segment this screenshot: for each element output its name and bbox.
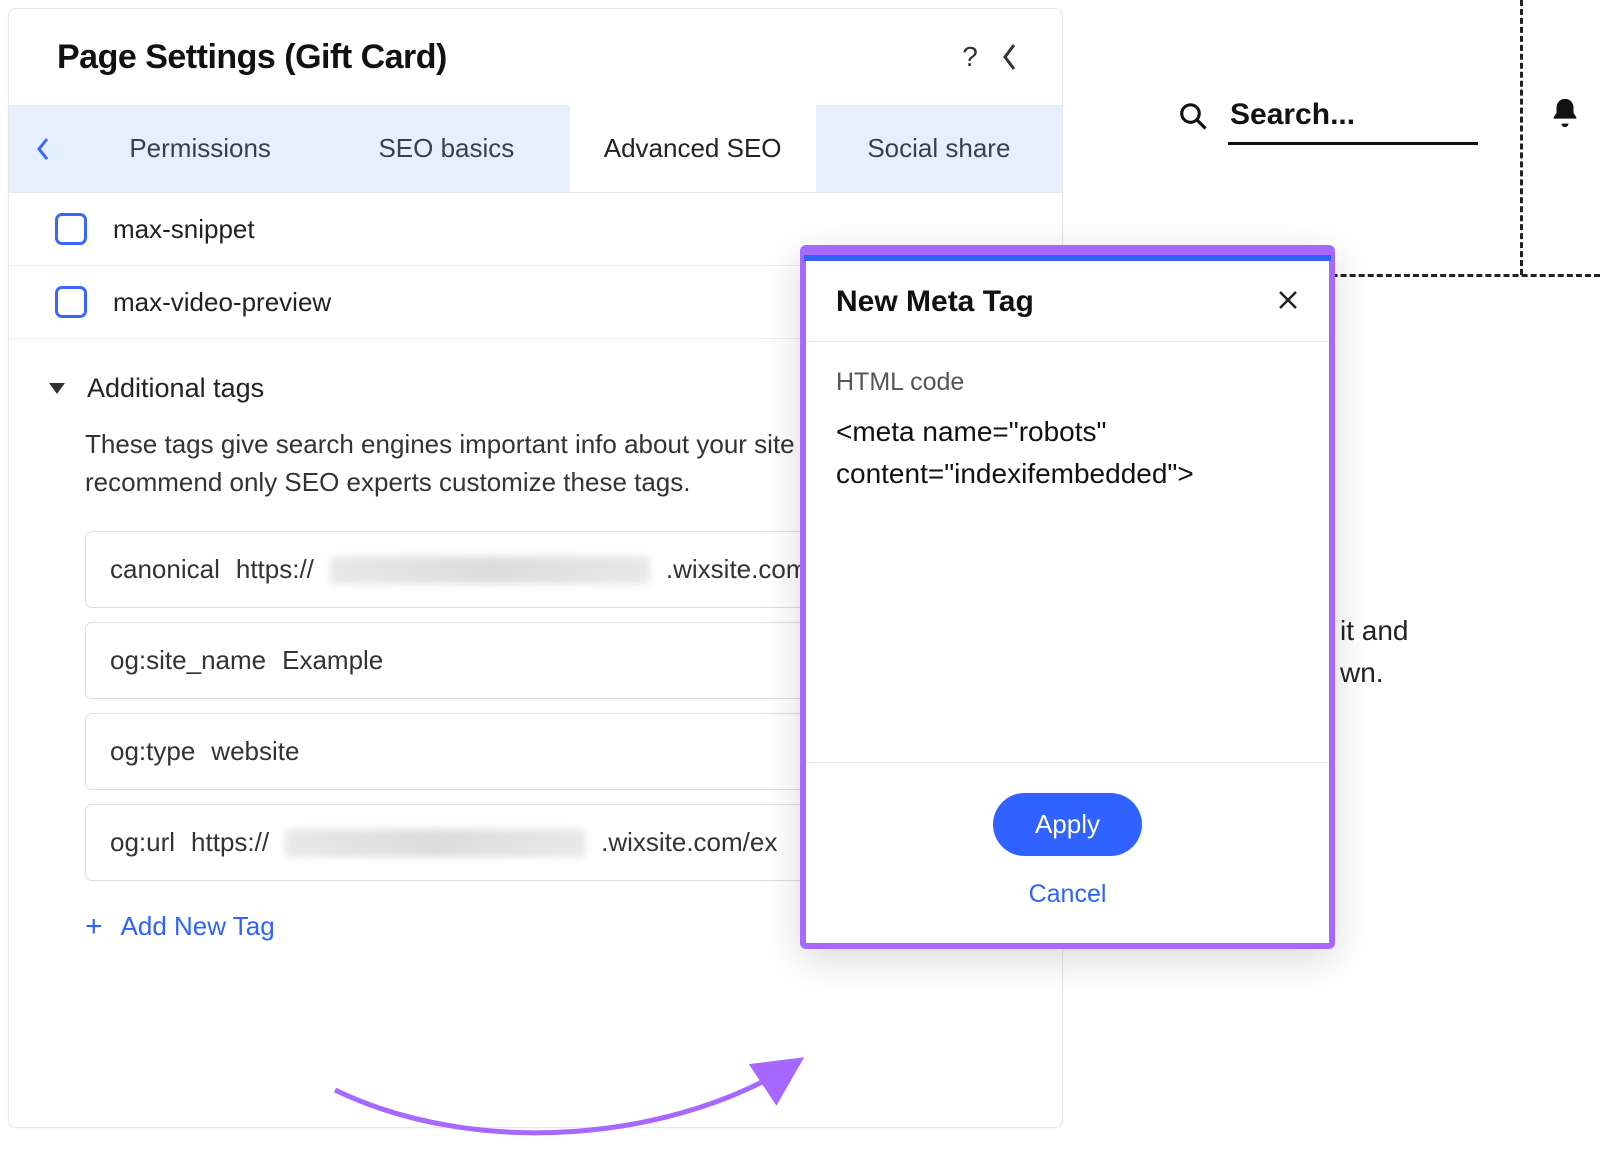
tabs-scroll-left[interactable]: [9, 105, 77, 192]
search-icon: [1178, 101, 1208, 136]
panel-title: Page Settings (Gift Card): [57, 38, 950, 77]
tag-value: Example: [282, 645, 383, 676]
checkbox-max-snippet[interactable]: [55, 213, 87, 245]
tab-social-share[interactable]: Social share: [816, 105, 1062, 192]
guide-line-vertical: [1520, 0, 1523, 275]
tag-value: website: [211, 736, 299, 767]
chevron-left-icon: [1002, 43, 1018, 71]
background-text-fragment: it and wn.: [1340, 610, 1520, 694]
close-panel-button[interactable]: [990, 37, 1030, 77]
plus-icon: +: [85, 912, 103, 942]
new-meta-tag-modal: New Meta Tag HTML code <meta name="robot…: [800, 245, 1335, 949]
modal-close-button[interactable]: [1277, 286, 1299, 318]
modal-title: New Meta Tag: [836, 285, 1277, 319]
search-input[interactable]: [1228, 92, 1478, 145]
tabs-bar: Permissions SEO basics Advanced SEO Soci…: [9, 105, 1062, 193]
help-button[interactable]: ?: [950, 37, 990, 77]
checkbox-label: max-snippet: [113, 214, 255, 245]
tag-key: canonical: [110, 554, 220, 585]
tab-seo-basics[interactable]: SEO basics: [323, 105, 569, 192]
panel-header: Page Settings (Gift Card) ?: [9, 9, 1062, 105]
tag-key: og:type: [110, 736, 195, 767]
notifications-button[interactable]: [1548, 96, 1582, 135]
caret-down-icon: [49, 383, 65, 394]
html-code-input[interactable]: <meta name="robots" content="indexifembe…: [836, 411, 1299, 495]
section-heading: Additional tags: [87, 373, 264, 404]
chevron-left-icon: [36, 137, 50, 161]
tag-key: og:url: [110, 827, 175, 858]
modal-footer: Apply Cancel: [806, 762, 1329, 943]
checkbox-max-video-preview[interactable]: [55, 286, 87, 318]
tag-value-suffix: .wixsite.com/: [666, 554, 815, 585]
redacted-text: [285, 829, 585, 857]
tag-value-prefix: https://: [236, 554, 314, 585]
close-icon: [1277, 289, 1299, 311]
bell-icon: [1548, 96, 1582, 130]
search-bar: [1178, 92, 1478, 145]
tag-key: og:site_name: [110, 645, 266, 676]
cancel-button[interactable]: Cancel: [1029, 880, 1107, 909]
tag-value-suffix: .wixsite.com/ex: [601, 827, 777, 858]
tag-value-prefix: https://: [191, 827, 269, 858]
html-code-label: HTML code: [836, 368, 1299, 397]
modal-body: HTML code <meta name="robots" content="i…: [806, 342, 1329, 762]
tab-permissions[interactable]: Permissions: [77, 105, 323, 192]
add-new-tag-label: Add New Tag: [121, 911, 275, 942]
modal-header: New Meta Tag: [806, 261, 1329, 342]
tab-advanced-seo[interactable]: Advanced SEO: [570, 105, 816, 192]
apply-button[interactable]: Apply: [993, 793, 1142, 856]
redacted-text: [330, 556, 650, 584]
checkbox-label: max-video-preview: [113, 287, 331, 318]
